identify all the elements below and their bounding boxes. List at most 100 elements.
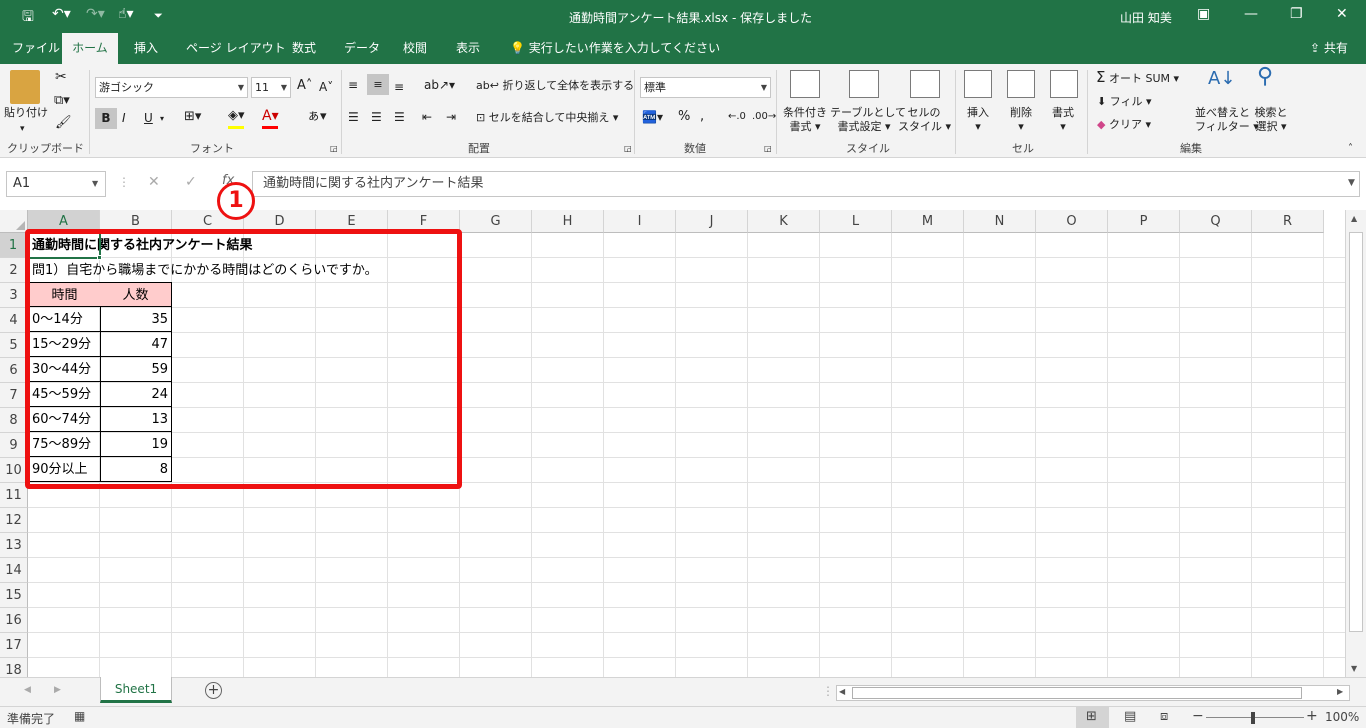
sort-filter-button[interactable]: 並べ替えと フィルター ▾	[1195, 106, 1259, 134]
tab-insert[interactable]: 挿入	[124, 33, 168, 64]
font-size-box[interactable]: 11 ▼	[251, 77, 291, 98]
grow-font-icon[interactable]: A˄	[297, 79, 312, 93]
paste-dropdown-icon[interactable]: ▾	[20, 122, 25, 136]
shrink-font-icon[interactable]: A˅	[319, 80, 333, 94]
paste-icon[interactable]	[10, 70, 40, 104]
row-header[interactable]: 9	[0, 433, 28, 458]
redo-icon[interactable]: ↷▾	[86, 6, 105, 22]
find-select-button[interactable]: 検索と 選択 ▾	[1254, 106, 1288, 134]
row-header[interactable]: 3	[0, 283, 28, 308]
column-header[interactable]: R	[1252, 210, 1324, 233]
close-icon[interactable]: ✕	[1336, 6, 1348, 22]
worksheet-grid[interactable]: ABCDEFGHIJKLMNOPQR 1 2 3 4 5 6 7 8 9 10 11 12 13 14 15…	[0, 210, 1345, 677]
percent-icon[interactable]: %	[678, 110, 690, 124]
column-header[interactable]: N	[964, 210, 1036, 233]
column-header[interactable]: J	[676, 210, 748, 233]
sort-filter-icon[interactable]: A↓	[1208, 70, 1235, 88]
row-header[interactable]: 6	[0, 358, 28, 383]
row-header[interactable]: 11	[0, 483, 28, 508]
zoom-out-icon[interactable]: −	[1192, 708, 1204, 724]
font-color-icon[interactable]: A▾	[262, 109, 279, 123]
underline-button[interactable]: U	[144, 111, 153, 125]
ribbon-display-icon[interactable]: ▣	[1197, 6, 1210, 22]
share-button[interactable]: ⇪ 共有	[1300, 33, 1358, 64]
copy-icon[interactable]: ⧉▾	[54, 94, 70, 108]
clear-button[interactable]: ◆ クリア ▾	[1097, 118, 1151, 132]
font-name-box[interactable]: 游ゴシック ▼	[95, 77, 248, 98]
underline-dropdown-icon[interactable]: ▾	[160, 112, 164, 126]
insert-cells-button[interactable]: 挿入 ▾	[967, 106, 989, 134]
customize-qat-icon[interactable]: ⏷	[154, 9, 163, 23]
phonetic-icon[interactable]: ぁ▾	[307, 110, 327, 124]
expand-formula-icon[interactable]: ▼	[1348, 178, 1355, 188]
minimize-icon[interactable]: —	[1244, 6, 1258, 22]
zoom-slider-track[interactable]	[1206, 717, 1304, 718]
format-cells-icon[interactable]	[1050, 70, 1078, 98]
row-header[interactable]: 2	[0, 258, 28, 283]
column-header[interactable]: Q	[1180, 210, 1252, 233]
paste-button[interactable]: 貼り付け	[4, 106, 48, 120]
zoom-slider-thumb[interactable]	[1251, 712, 1255, 724]
vertical-scroll-thumb[interactable]	[1349, 232, 1363, 632]
wrap-text-button[interactable]: ab↩ 折り返して全体を表示する	[476, 79, 634, 93]
column-header[interactable]: I	[604, 210, 676, 233]
row-header[interactable]: 1	[0, 233, 28, 258]
row-header[interactable]: 4	[0, 308, 28, 333]
column-header[interactable]: O	[1036, 210, 1108, 233]
save-icon[interactable]: 🖫	[22, 6, 34, 30]
column-header[interactable]: P	[1108, 210, 1180, 233]
scroll-up-icon[interactable]: ▲	[1351, 214, 1357, 223]
number-format-box[interactable]: 標準 ▼	[640, 77, 771, 98]
accounting-format-icon[interactable]: 🏧▾	[642, 110, 663, 124]
scroll-left-icon[interactable]: ◀	[839, 687, 845, 696]
cell-styles-icon[interactable]	[910, 70, 940, 98]
sheet-tab-sheet1[interactable]: Sheet1	[100, 677, 172, 703]
orientation-icon[interactable]: ab↗▾	[424, 78, 455, 92]
conditional-format-icon[interactable]	[790, 70, 820, 98]
macro-record-icon[interactable]: ▦	[74, 709, 85, 723]
vertical-scrollbar[interactable]: ▲ ▼	[1345, 210, 1366, 677]
format-cells-button[interactable]: 書式 ▾	[1052, 106, 1074, 134]
tab-formulas[interactable]: 数式	[282, 33, 326, 64]
tab-file[interactable]: ファイル	[2, 33, 70, 64]
tab-split-grip[interactable]: ⋮	[822, 684, 834, 698]
decrease-indent-icon[interactable]: ⇤	[422, 110, 432, 124]
align-middle-icon[interactable]: ≡	[367, 74, 389, 95]
page-break-view-icon[interactable]: ⧈	[1160, 709, 1168, 724]
name-box[interactable]: A1	[6, 171, 106, 197]
tab-review[interactable]: 校閲	[393, 33, 437, 64]
enter-icon[interactable]: ✓	[185, 174, 197, 190]
column-header[interactable]: G	[460, 210, 532, 233]
row-header[interactable]: 14	[0, 558, 28, 583]
align-center-icon[interactable]: ☰	[371, 110, 382, 124]
row-header[interactable]: 5	[0, 333, 28, 358]
page-layout-view-icon[interactable]: ▤	[1124, 709, 1136, 724]
column-header[interactable]: M	[892, 210, 964, 233]
autosum-button[interactable]: Σ オート SUM ▾	[1096, 70, 1179, 86]
cut-icon[interactable]: ✂	[55, 70, 67, 84]
new-sheet-icon[interactable]: +	[205, 682, 222, 699]
align-top-icon[interactable]: ≡	[348, 78, 358, 92]
delete-cells-button[interactable]: 削除 ▾	[1010, 106, 1032, 134]
formula-input[interactable]: 通勤時間に関する社内アンケート結果	[252, 171, 1360, 197]
font-dialog-launcher-icon[interactable]: ◲	[330, 142, 338, 156]
column-header[interactable]: K	[748, 210, 820, 233]
zoom-level[interactable]: 100%	[1325, 710, 1359, 724]
align-bottom-icon[interactable]: ≡	[394, 80, 404, 94]
format-painter-icon[interactable]: 🖌	[55, 116, 72, 130]
zoom-in-icon[interactable]: +	[1306, 708, 1318, 724]
row-header[interactable]: 18	[0, 658, 28, 677]
namebox-dropdown-icon[interactable]: ▼	[92, 179, 98, 188]
increase-decimal-icon[interactable]: ←.0	[728, 110, 746, 124]
bold-button[interactable]: B	[95, 108, 117, 129]
decrease-decimal-icon[interactable]: .00→	[752, 110, 776, 124]
user-name[interactable]: 山田 知美	[1120, 9, 1172, 26]
scroll-down-icon[interactable]: ▼	[1351, 664, 1357, 673]
row-header[interactable]: 13	[0, 533, 28, 558]
tab-view[interactable]: 表示	[446, 33, 490, 64]
insert-cells-icon[interactable]	[964, 70, 992, 98]
prev-sheet-icon[interactable]: ◀	[24, 685, 31, 695]
row-header[interactable]: 16	[0, 608, 28, 633]
row-header[interactable]: 8	[0, 408, 28, 433]
next-sheet-icon[interactable]: ▶	[54, 685, 61, 695]
